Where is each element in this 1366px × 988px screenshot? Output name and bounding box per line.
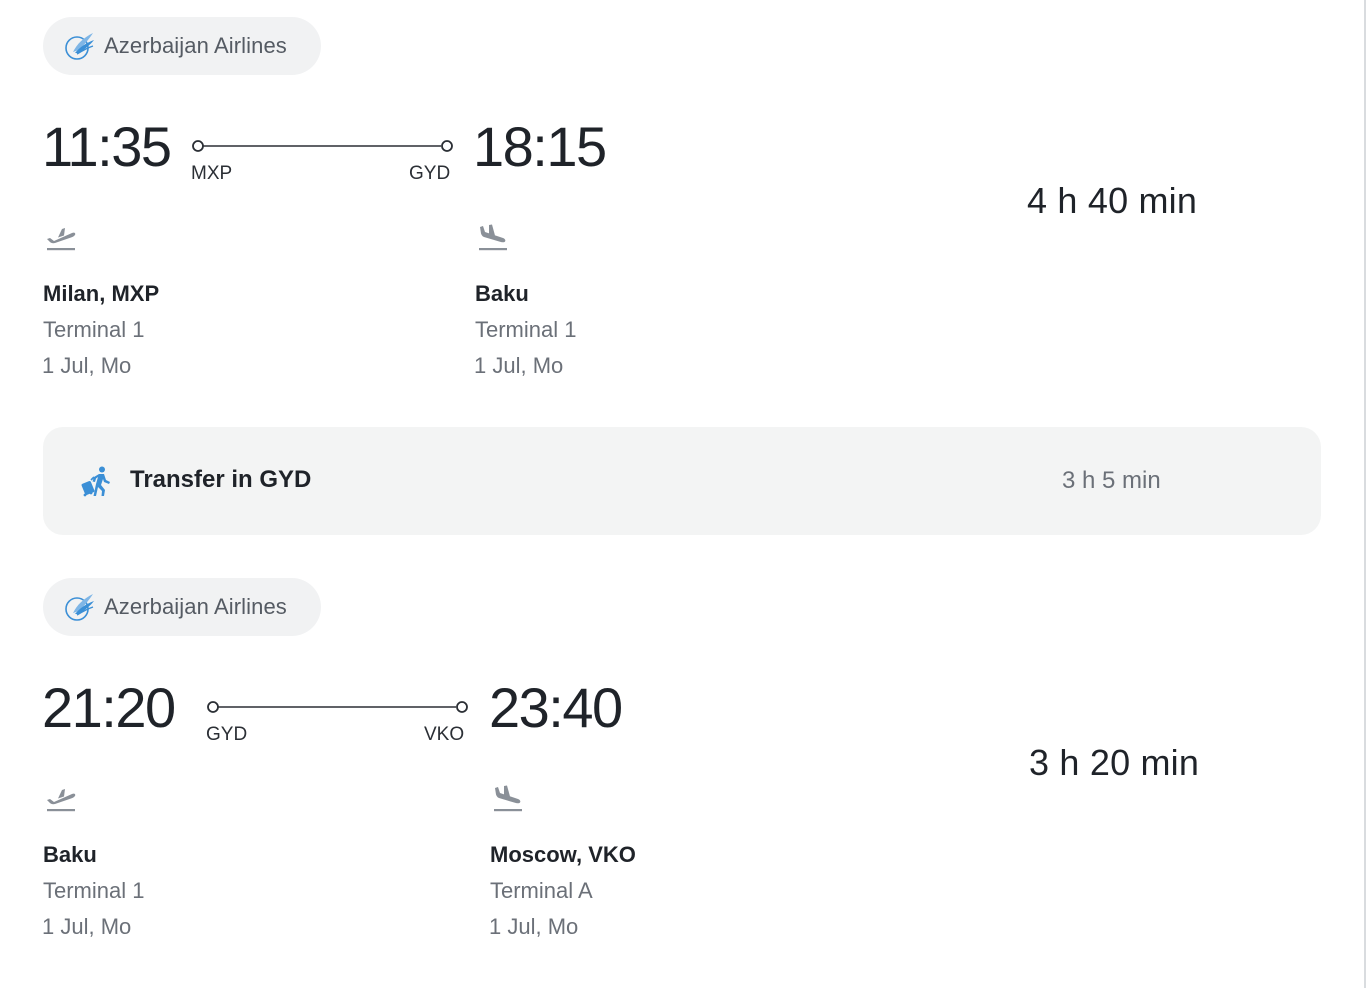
transfer-label: Transfer in GYD (130, 466, 312, 493)
flight-itinerary: Azerbaijan Airlines 11:35 MXP GYD 18:15 … (0, 0, 1366, 988)
destination-code: VKO (424, 724, 465, 745)
arrival-time: 23:40 (489, 676, 623, 739)
arrival-city: Moscow, VKO (490, 842, 636, 867)
destination-code: GYD (409, 163, 451, 184)
departure-terminal: Terminal 1 (43, 878, 145, 903)
walking-traveler-luggage-icon (81, 466, 110, 497)
takeoff-icon (47, 228, 76, 251)
airline-logo-icon (65, 33, 94, 60)
transfer-block: Transfer in GYD 3 h 5 min (43, 427, 1321, 535)
origin-code: GYD (206, 724, 248, 745)
flight-duration: 3 h 20 min (1029, 742, 1200, 783)
takeoff-icon (47, 789, 76, 812)
departure-date: 1 Jul, Mo (42, 914, 132, 939)
airline-badge: Azerbaijan Airlines (43, 578, 321, 636)
arrival-date: 1 Jul, Mo (474, 353, 564, 378)
airline-logo-icon (65, 594, 94, 621)
arrival-city: Baku (475, 281, 529, 306)
departure-date: 1 Jul, Mo (42, 353, 132, 378)
airline-name: Azerbaijan Airlines (104, 33, 287, 58)
departure-city: Milan, MXP (43, 281, 160, 306)
origin-code: MXP (191, 163, 233, 184)
arrival-terminal: Terminal 1 (475, 317, 577, 342)
airline-name: Azerbaijan Airlines (104, 594, 287, 619)
landing-icon (494, 785, 522, 812)
transfer-duration: 3 h 5 min (1062, 467, 1161, 494)
departure-time: 21:20 (42, 676, 176, 739)
arrival-date: 1 Jul, Mo (489, 914, 579, 939)
departure-time: 11:35 (42, 115, 172, 178)
flight-duration: 4 h 40 min (1027, 180, 1198, 221)
departure-terminal: Terminal 1 (43, 317, 145, 342)
landing-icon (479, 224, 507, 251)
arrival-time: 18:15 (473, 115, 607, 178)
departure-city: Baku (43, 842, 97, 867)
airline-badge: Azerbaijan Airlines (43, 17, 321, 75)
arrival-terminal: Terminal A (490, 878, 593, 903)
